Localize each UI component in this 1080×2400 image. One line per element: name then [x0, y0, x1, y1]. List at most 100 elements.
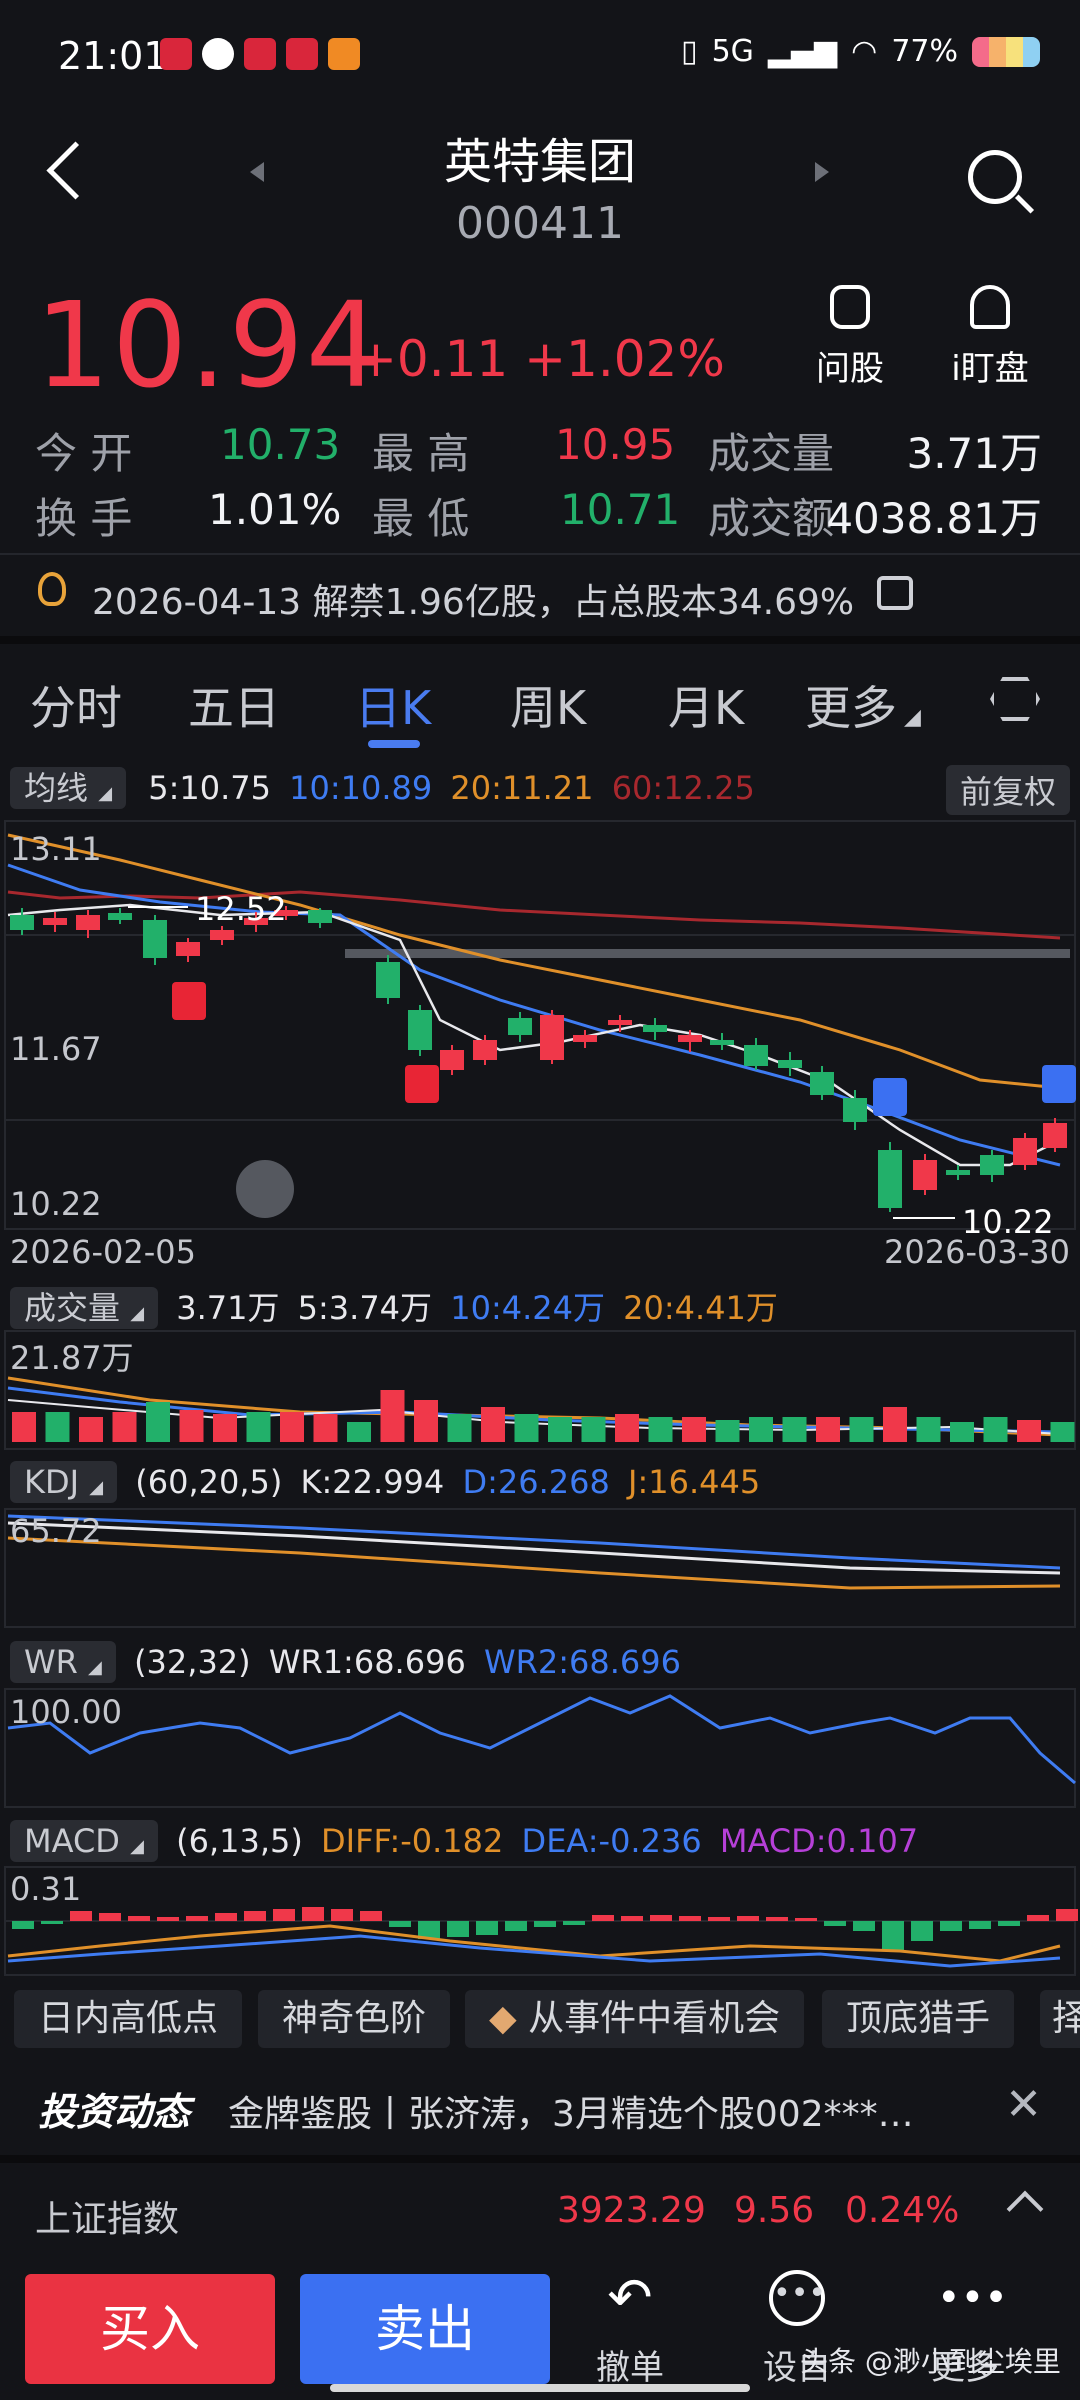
feature-top-bottom[interactable]: 顶底猎手	[822, 1990, 1015, 2048]
cancel-order-label: 撤单	[596, 2348, 664, 2388]
kline-date-end: 2026-03-30	[884, 1233, 1070, 1271]
volume-bar	[414, 1400, 438, 1442]
kdj-k: K:22.994	[300, 1463, 445, 1501]
notification-icons	[160, 38, 360, 70]
macd-bar	[1027, 1915, 1049, 1921]
volume-bar	[883, 1407, 907, 1442]
volume-bar	[481, 1407, 505, 1442]
settings-hex-icon[interactable]	[990, 677, 1040, 721]
wr-selector[interactable]: WR ◢	[10, 1641, 116, 1683]
tab-weekly-k[interactable]: 周K	[510, 672, 586, 738]
chevron-up-icon[interactable]	[1006, 2190, 1044, 2228]
volume-bar	[146, 1402, 170, 1442]
chat-dots-icon: •••	[769, 2270, 826, 2326]
tab-five-day[interactable]: 五日	[188, 672, 280, 738]
stat-value-turnover: 1.01%	[208, 485, 342, 534]
price-change: +0.11 +1.02%	[355, 330, 725, 388]
macd-bar	[969, 1921, 991, 1929]
kdj-j-line	[7, 1536, 1061, 1590]
macd-bar	[824, 1921, 846, 1926]
stat-value-volume: 3.71万	[906, 429, 1042, 478]
macd-bar	[447, 1921, 469, 1937]
kdj-j: J:16.445	[628, 1463, 761, 1501]
macd-bar	[679, 1916, 701, 1921]
macd-bar	[302, 1907, 324, 1921]
tab-intraday[interactable]: 分时	[30, 672, 122, 738]
volume-bar	[447, 1414, 472, 1442]
signal-icon: ▂▄▆	[767, 34, 838, 69]
macd-bar	[186, 1916, 208, 1921]
candle-body	[76, 915, 100, 930]
dropdown-icon: ◢	[89, 1477, 104, 1498]
ma5-value: 5:10.75	[148, 769, 271, 807]
current-price: 10.94	[35, 276, 383, 414]
calendar-icon[interactable]	[877, 576, 913, 610]
kline-y-mid: 11.67	[10, 1030, 102, 1068]
wifi-icon: ◠	[851, 34, 878, 69]
volume-bar	[615, 1414, 639, 1442]
candle-body	[1043, 1123, 1067, 1148]
close-icon[interactable]: ✕	[1005, 2079, 1042, 2130]
ma10-value: 10:10.89	[289, 769, 433, 807]
candle-body	[540, 1015, 564, 1060]
dropdown-icon: ◢	[130, 1303, 145, 1324]
drawing-tool-icon[interactable]	[236, 1160, 294, 1218]
kline-y-bottom: 10.22	[10, 1185, 102, 1223]
feature-color-scale[interactable]: 神奇色阶	[258, 1990, 451, 2048]
ma-selector[interactable]: 均线 ◢	[10, 767, 127, 809]
volume-bar	[816, 1417, 840, 1442]
volume-bar	[347, 1422, 371, 1442]
macd-bar	[534, 1921, 556, 1927]
volume-bar	[213, 1414, 237, 1442]
kdj-selector[interactable]: KDJ ◢	[10, 1461, 118, 1503]
battery-percent: 77%	[891, 34, 958, 69]
candle-body	[43, 918, 67, 925]
wr-params: (32,32)	[134, 1643, 251, 1681]
watch-button[interactable]: i盯盘	[935, 285, 1045, 390]
candle-body	[710, 1040, 734, 1045]
macd-bar	[244, 1911, 266, 1921]
macd-bar	[592, 1915, 614, 1921]
ask-stock-button[interactable]: 问股	[795, 285, 905, 390]
macd-y-top: 0.31	[10, 1870, 82, 1908]
volume-chart	[4, 1330, 1076, 1450]
kline-date-start: 2026-02-05	[10, 1233, 196, 1271]
candle-body	[778, 1060, 802, 1068]
buy-button[interactable]: 买入	[25, 2274, 275, 2384]
person-icon	[830, 285, 870, 329]
index-change: 9.56	[734, 2190, 815, 2231]
diamond-icon: ◆	[489, 1998, 529, 2039]
kline-chart[interactable]	[0, 820, 1080, 1230]
tab-monthly-k[interactable]: 月K	[668, 672, 744, 738]
volume-bar	[313, 1414, 338, 1442]
volume-bar	[380, 1390, 405, 1442]
wr-chip-label: WR	[24, 1643, 78, 1681]
cancel-order-button[interactable]: ↶ 撤单	[565, 2270, 695, 2389]
volume-selector[interactable]: 成交量 ◢	[10, 1287, 159, 1329]
section-separator	[0, 636, 1080, 644]
adjust-selector[interactable]: 前复权	[945, 765, 1070, 815]
candle-body	[608, 1020, 632, 1025]
kdj-k-line	[7, 1521, 1061, 1575]
volume-bar	[715, 1420, 740, 1442]
sell-button[interactable]: 卖出	[300, 2274, 550, 2384]
change-value: +0.11	[355, 330, 509, 388]
macd-selector[interactable]: MACD ◢	[10, 1820, 158, 1862]
tab-more[interactable]: 更多 ◢	[805, 672, 921, 738]
volume-bar	[648, 1417, 673, 1442]
feature-intraday-highlow[interactable]: 日内高低点	[14, 1990, 243, 2048]
search-icon[interactable]	[968, 150, 1022, 204]
volume-bar	[682, 1417, 706, 1442]
news-banner[interactable]: 投资动态 金牌鉴股丨张济涛，3月精选个股002***… ✕	[0, 2065, 1080, 2145]
kdj-chart	[4, 1508, 1076, 1628]
candle-body	[843, 1098, 867, 1122]
candle-body	[408, 1010, 432, 1050]
feature-events[interactable]: ◆ 从事件中看机会	[465, 1990, 805, 2048]
index-row[interactable]: 上证指数 3923.29 9.56 0.24%	[0, 2180, 1080, 2250]
kline-high-label: 12.52	[195, 890, 287, 928]
unlock-notice[interactable]: 2026-04-13 解禁1.96亿股，占总股本34.69%	[92, 573, 872, 643]
status-bar: 21:01 ▯ 5G ▂▄▆ ◠ 77%	[0, 0, 1080, 110]
stat-label-amount: 成交额	[708, 494, 835, 543]
tab-daily-k[interactable]: 日K	[355, 672, 431, 738]
feature-more[interactable]: 择	[1040, 1990, 1080, 2048]
